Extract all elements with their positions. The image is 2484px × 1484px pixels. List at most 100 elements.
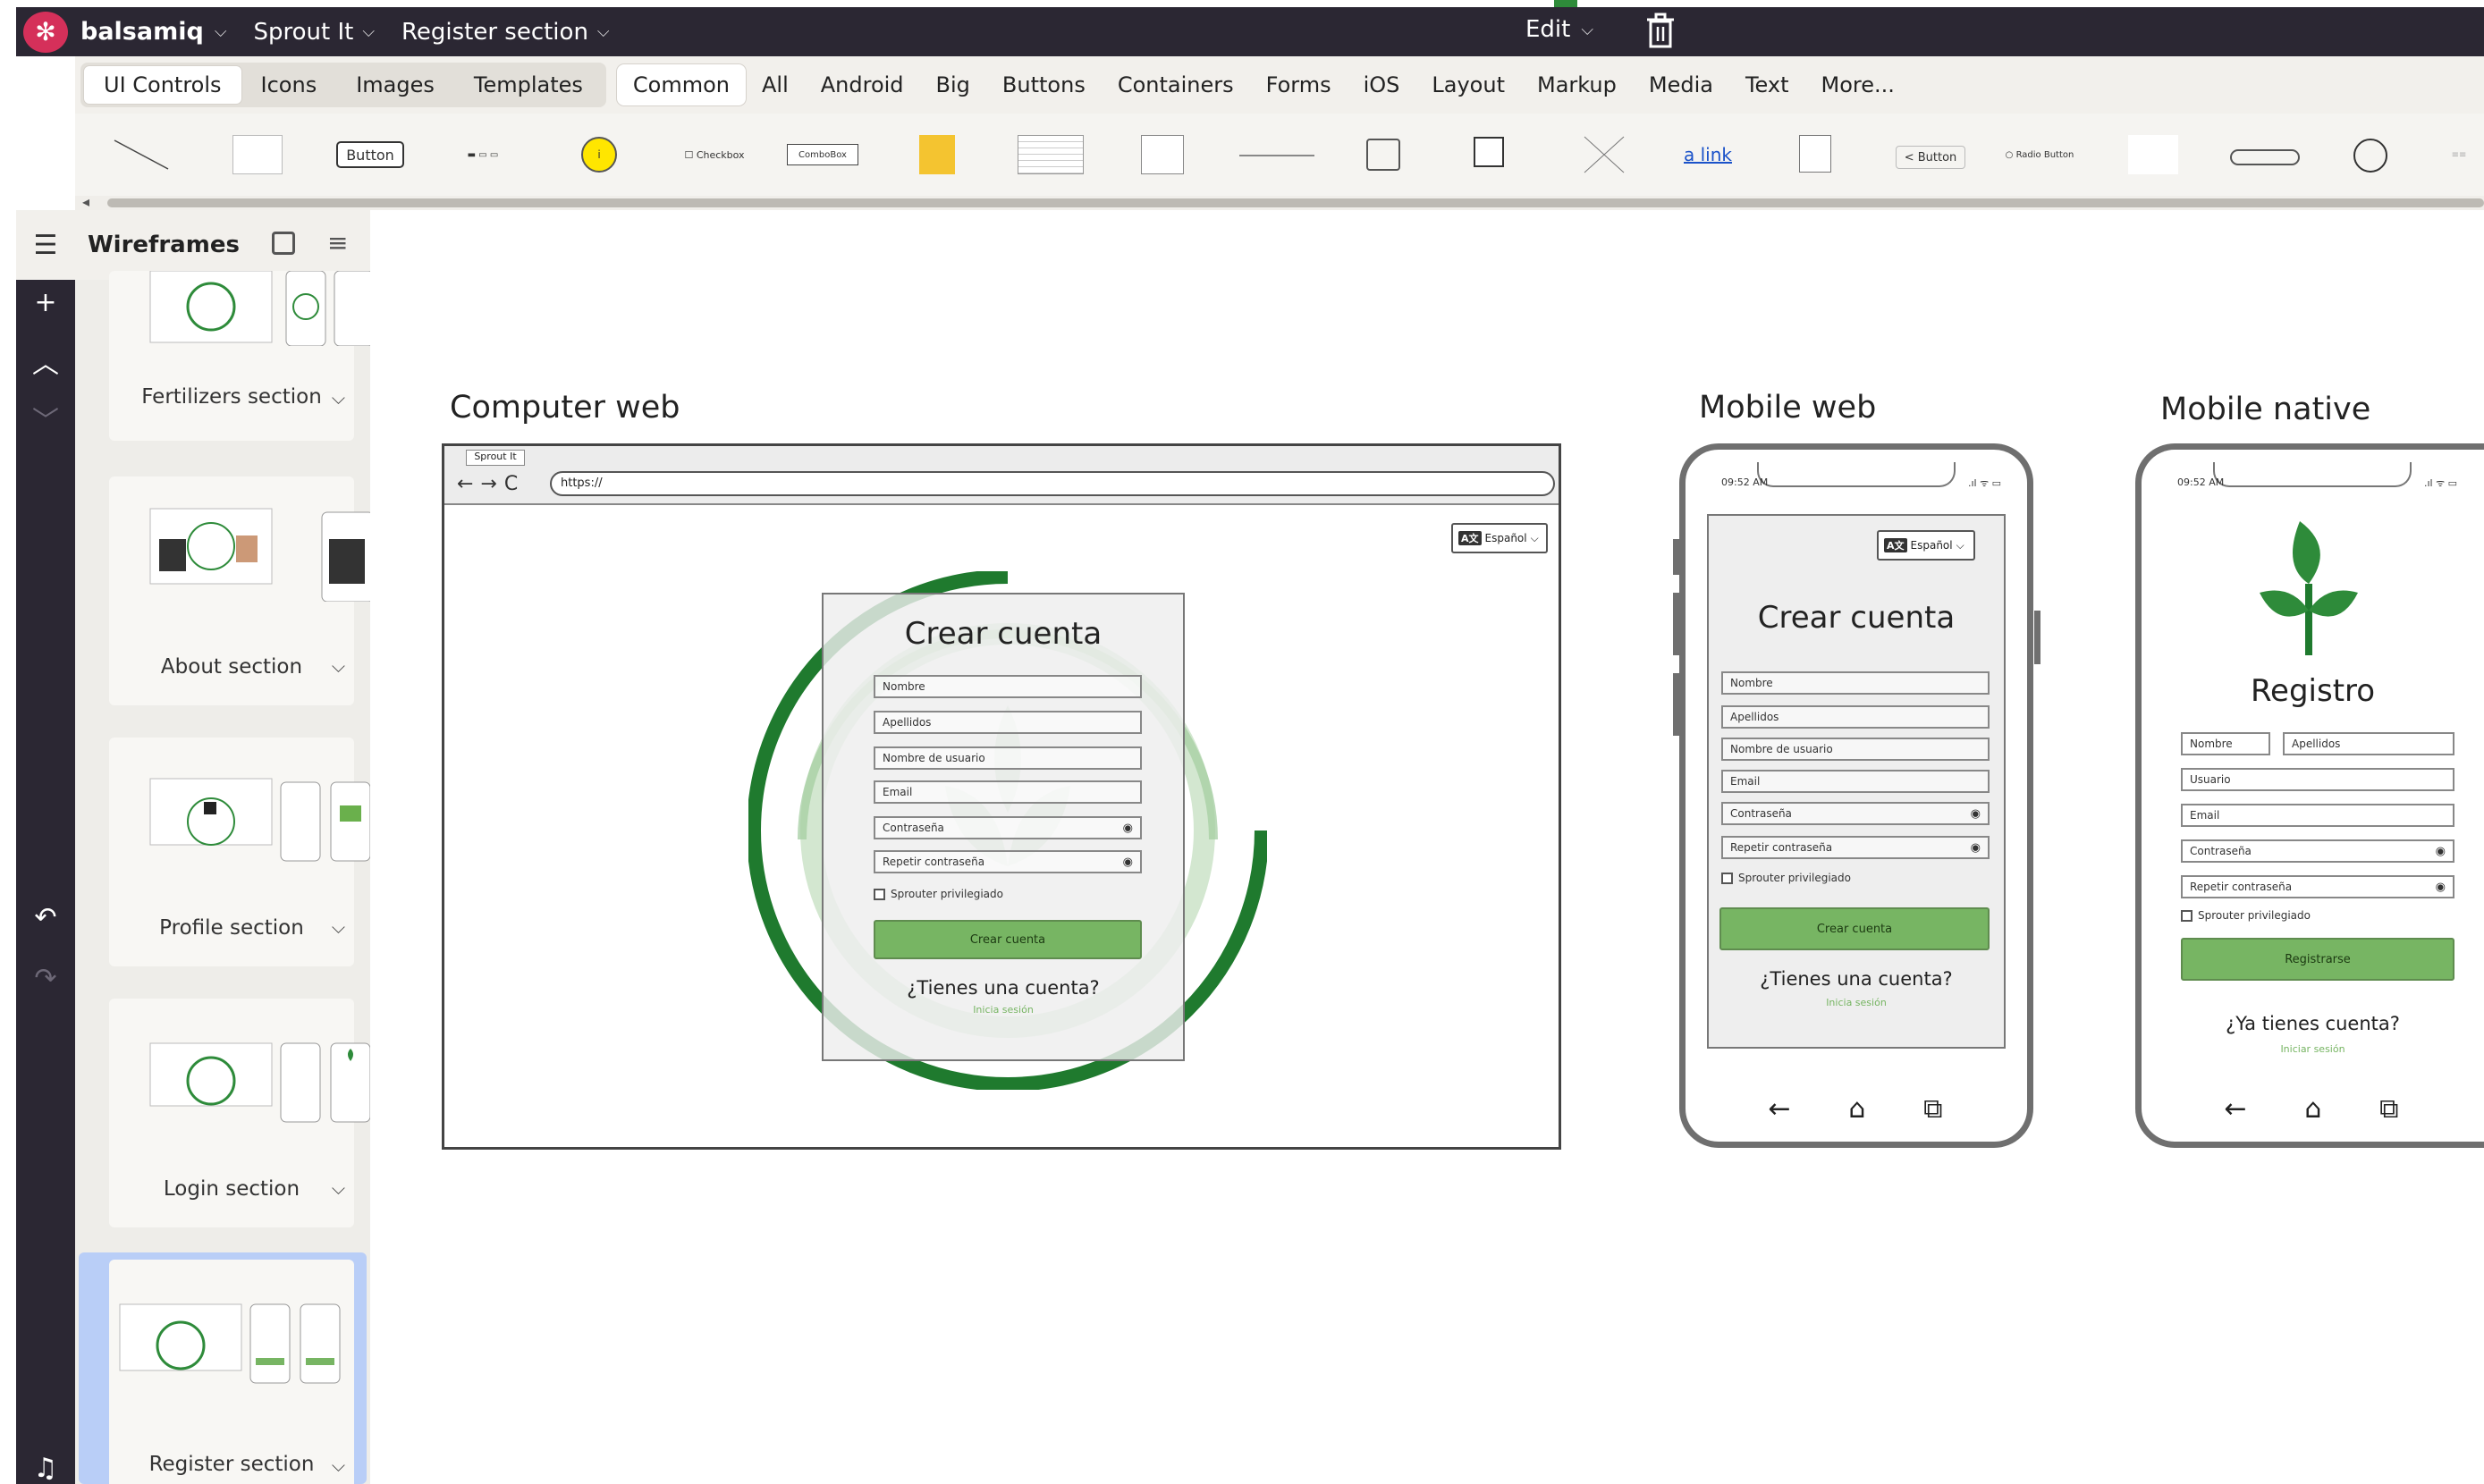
controls-scrollbar[interactable]: ◂	[75, 193, 2484, 210]
add-icon[interactable]: +	[29, 285, 63, 319]
circle-control-icon[interactable]	[2353, 139, 2387, 173]
mobile-native-phone[interactable]: 09:52 AM .ıl ᯤ ▭ Registro Nombre Apellid…	[2135, 443, 2484, 1148]
category-containers[interactable]: Containers	[1102, 64, 1250, 105]
scroll-left-icon[interactable]: ◂	[82, 193, 89, 210]
sticky-note-control-icon[interactable]	[919, 135, 955, 174]
chevron-down-icon[interactable]: ⌵	[332, 655, 345, 677]
password-field[interactable]: Contraseña ◉	[1721, 802, 1990, 825]
data-grid-control-icon[interactable]	[1018, 135, 1084, 174]
thumbnail-view-icon[interactable]	[272, 232, 295, 255]
chevron-down-icon[interactable]: ⌵	[332, 387, 345, 409]
back-button-control[interactable]: < Button	[1896, 146, 1965, 169]
username-field[interactable]: Nombre de usuario	[1721, 738, 1990, 761]
login-link[interactable]: Inicia sesión	[1709, 997, 2004, 1008]
chevron-down-icon[interactable]: ⌵	[332, 1454, 345, 1476]
password-field[interactable]: Contraseña ◉	[874, 816, 1142, 839]
combobox-control[interactable]: ComboBox	[787, 144, 858, 165]
surname-field[interactable]: Apellidos	[2283, 732, 2454, 755]
recents-icon[interactable]: ⧉	[1923, 1093, 1942, 1125]
browser-url-field[interactable]: https://	[550, 471, 1555, 496]
username-field[interactable]: Usuario	[2181, 768, 2454, 791]
category-media[interactable]: Media	[1633, 64, 1729, 105]
repeat-password-field[interactable]: Repetir contraseña ◉	[2181, 875, 2454, 898]
search-box-control-icon[interactable]	[2230, 149, 2300, 165]
back-icon[interactable]: ←	[2224, 1093, 2246, 1125]
create-account-button[interactable]: Crear cuenta	[1719, 907, 1990, 950]
wireframe-menu[interactable]: Register section ⌵	[401, 19, 610, 46]
checkbox-control[interactable]: ☐ Checkbox	[674, 135, 755, 174]
chevron-up-icon[interactable]: ︿	[29, 344, 63, 380]
language-selector[interactable]: A文 Español ⌵	[1451, 523, 1548, 553]
password-field[interactable]: Contraseña ◉	[2181, 839, 2454, 863]
undo-icon[interactable]: ↶	[29, 900, 63, 934]
home-icon[interactable]: ⌂	[1848, 1093, 1865, 1125]
category-all[interactable]: All	[746, 64, 805, 105]
tab-icons[interactable]: Icons	[241, 66, 337, 104]
category-ios[interactable]: iOS	[1348, 64, 1416, 105]
name-field[interactable]: Nombre	[874, 675, 1142, 698]
arrow-control-icon[interactable]	[111, 135, 173, 174]
repeat-password-field[interactable]: Repetir contraseña ◉	[874, 850, 1142, 873]
link-control[interactable]: a link	[1681, 135, 1735, 174]
repeat-password-field[interactable]: Repetir contraseña ◉	[1721, 836, 1990, 859]
tab-templates[interactable]: Templates	[454, 66, 603, 104]
privileged-checkbox[interactable]: Sprouter privilegiado	[1721, 872, 1851, 884]
app-brand[interactable]: balsamiq	[80, 18, 204, 46]
privileged-checkbox[interactable]: Sprouter privilegiado	[2181, 909, 2311, 922]
home-icon[interactable]: ⌂	[2304, 1093, 2321, 1125]
login-link[interactable]: Inicia sesión	[824, 1004, 1183, 1016]
email-field[interactable]: Email	[1721, 770, 1990, 793]
computer-web-browser[interactable]: Sprout It ←→C https:// A文 Español ⌵ Crea…	[442, 443, 1561, 1150]
language-selector[interactable]: A文 Español ⌵	[1877, 530, 1975, 561]
chevron-down-icon[interactable]: ⌵	[215, 22, 227, 41]
recents-icon[interactable]: ⧉	[2379, 1093, 2398, 1125]
radio-button-control[interactable]: ○ Radio Button	[1998, 135, 2082, 174]
category-layout[interactable]: Layout	[1415, 64, 1521, 105]
button-control[interactable]: Button	[336, 141, 404, 168]
feedback-icon[interactable]: ♫	[29, 1451, 63, 1484]
category-common[interactable]: Common	[616, 64, 746, 105]
field-set-control-icon[interactable]	[1141, 135, 1184, 174]
wireframe-card-profile[interactable]: Profile section ⌵	[109, 738, 371, 966]
trash-icon[interactable]	[1645, 13, 1676, 50]
image-control-icon[interactable]	[1583, 135, 1626, 174]
email-field[interactable]: Email	[874, 780, 1142, 804]
mobile-web-phone[interactable]: 09:52 AM .ıl ᯤ ▭ A文 Español ⌵ Crear cuen…	[1673, 443, 2040, 1148]
wireframe-card-register[interactable]: Register section ⌵	[79, 1252, 367, 1484]
browser-tab[interactable]: Sprout It	[466, 450, 525, 466]
chevron-down-icon[interactable]: ﹀	[29, 401, 63, 437]
create-account-button[interactable]: Crear cuenta	[874, 920, 1142, 959]
phone-control-icon[interactable]	[1799, 135, 1831, 173]
eye-icon[interactable]: ◉	[1123, 856, 1133, 869]
wireframe-card-login[interactable]: Login section ⌵	[109, 999, 371, 1227]
category-buttons[interactable]: Buttons	[986, 64, 1102, 105]
chevron-down-icon[interactable]: ⌵	[332, 916, 345, 938]
surname-field[interactable]: Apellidos	[874, 711, 1142, 734]
name-field[interactable]: Nombre	[1721, 671, 1990, 695]
chevron-down-icon[interactable]: ⌵	[332, 1177, 345, 1199]
horizontal-rule-control-icon[interactable]	[1239, 155, 1314, 156]
eye-icon[interactable]: ◉	[1971, 807, 1981, 821]
category-big[interactable]: Big	[920, 64, 986, 105]
category-markup[interactable]: Markup	[1521, 64, 1633, 105]
email-field[interactable]: Email	[2181, 804, 2454, 827]
redo-icon[interactable]: ↷	[29, 961, 63, 995]
edit-menu[interactable]: Edit ⌵	[1525, 16, 1593, 43]
wireframes-list-icon[interactable]: ☰	[16, 210, 75, 280]
category-text[interactable]: Text	[1729, 64, 1805, 105]
category-more[interactable]: More...	[1805, 64, 1911, 105]
wireframe-card-about[interactable]: About section ⌵	[109, 476, 375, 705]
scroll-thumb[interactable]	[107, 198, 2484, 207]
project-menu[interactable]: Sprout It ⌵	[253, 19, 375, 46]
rectangle-control-icon[interactable]	[2128, 135, 2178, 174]
button-bar-control-icon[interactable]: ▬ ▭ ▭	[447, 135, 519, 174]
name-field[interactable]: Nombre	[2181, 732, 2270, 755]
surname-field[interactable]: Apellidos	[1721, 705, 1990, 729]
tab-images[interactable]: Images	[336, 66, 454, 104]
eye-icon[interactable]: ◉	[1971, 841, 1981, 855]
icon-control-icon[interactable]	[1366, 139, 1400, 171]
help-control-icon[interactable]: i	[581, 137, 617, 173]
balsamiq-logo-icon[interactable]: ✻	[23, 11, 68, 53]
browser-nav-icons[interactable]: ←→C	[457, 473, 525, 495]
eye-icon[interactable]: ◉	[1123, 822, 1133, 835]
